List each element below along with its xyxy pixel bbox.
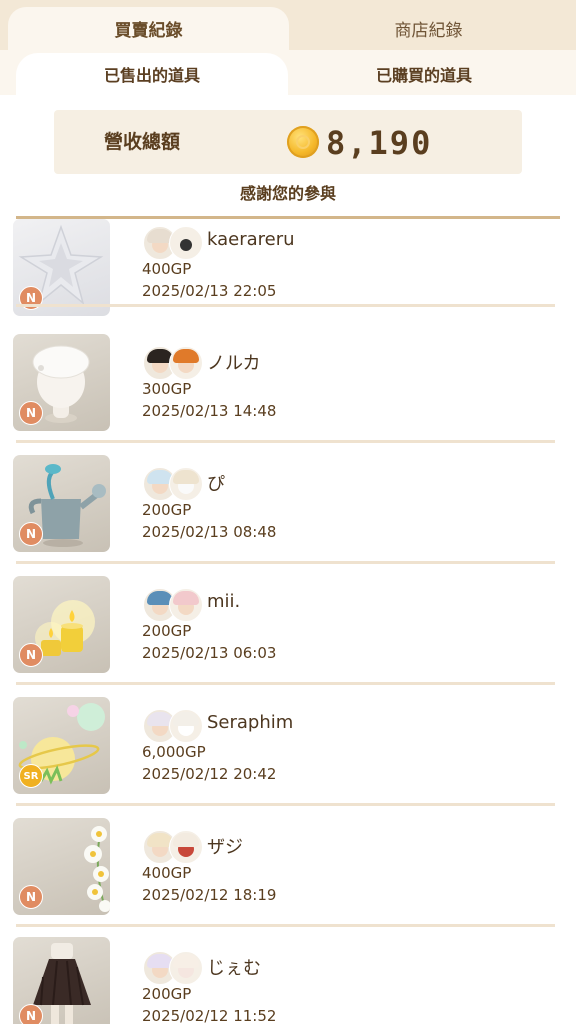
- tab-trade-history[interactable]: 買賣紀錄: [8, 7, 289, 50]
- revenue-label: 營收總額: [104, 131, 181, 153]
- user-avatars: [143, 709, 207, 743]
- sales-list[interactable]: N kaerareru 400GP 2025/02/13 22:05 N ノルカ: [0, 219, 576, 1024]
- list-item[interactable]: N じぇむ 200GP 2025/02/12 11:52: [0, 927, 576, 1024]
- sale-date: 2025/02/13 08:48: [142, 523, 277, 541]
- watering-can-icon: N: [13, 455, 110, 552]
- top-tab-bar: 買賣紀錄 商店紀錄: [0, 0, 576, 50]
- white-beret-icon: N: [13, 334, 110, 431]
- avatar: [169, 951, 203, 985]
- seller-name[interactable]: ザジ: [207, 833, 243, 859]
- rarity-badge: N: [19, 1004, 43, 1024]
- black-skirt-icon: N: [13, 937, 110, 1024]
- user-avatars: [143, 951, 207, 985]
- sale-price: 400GP: [142, 864, 192, 882]
- rarity-badge: SR: [19, 764, 43, 788]
- sale-date: 2025/02/13 22:05: [142, 282, 277, 300]
- user-avatars: [143, 346, 207, 380]
- list-item[interactable]: N mii. 200GP 2025/02/13 06:03: [0, 564, 576, 685]
- tab-shop-history[interactable]: 商店紀錄: [288, 7, 569, 50]
- sale-price: 6,000GP: [142, 743, 206, 761]
- sale-date: 2025/02/12 20:42: [142, 765, 277, 783]
- rarity-badge: N: [19, 885, 43, 909]
- list-item[interactable]: N ザジ 400GP 2025/02/12 18:19: [0, 806, 576, 927]
- seller-name[interactable]: ぴ: [207, 470, 225, 496]
- tab-purchased-items[interactable]: 已購買的道具: [288, 53, 560, 95]
- revenue-value: 8,190: [326, 124, 433, 162]
- sub-tab-bar: 已售出的道具 已購買的道具: [0, 50, 576, 95]
- list-item[interactable]: SR Seraphim 6,000GP 2025/02/12 20:42: [0, 685, 576, 806]
- white-star-rug-icon: N: [13, 219, 110, 316]
- sale-date: 2025/02/12 18:19: [142, 886, 277, 904]
- avatar: [169, 830, 203, 864]
- revenue-summary: 營收總額 8,190: [54, 110, 522, 174]
- gold-coin-icon: [287, 126, 319, 158]
- rarity-badge: N: [19, 522, 43, 546]
- planet-moon-icon: SR: [13, 697, 110, 794]
- avatar: [169, 226, 203, 260]
- list-item[interactable]: N ぴ 200GP 2025/02/13 08:48: [0, 443, 576, 564]
- sale-date: 2025/02/12 11:52: [142, 1007, 277, 1024]
- user-avatars: [143, 588, 207, 622]
- user-avatars: [143, 830, 207, 864]
- seller-name[interactable]: Seraphim: [207, 712, 293, 733]
- candles-icon: N: [13, 576, 110, 673]
- seller-name[interactable]: じぇむ: [207, 954, 261, 980]
- list-item[interactable]: N ノルカ 300GP 2025/02/13 14:48: [0, 322, 576, 443]
- avatar: [169, 588, 203, 622]
- seller-name[interactable]: mii.: [207, 591, 240, 612]
- row-divider: [16, 304, 555, 307]
- seller-name[interactable]: kaerareru: [207, 229, 295, 250]
- avatar: [169, 346, 203, 380]
- list-item[interactable]: N kaerareru 400GP 2025/02/13 22:05: [0, 219, 576, 325]
- sale-date: 2025/02/13 06:03: [142, 644, 277, 662]
- sale-price: 200GP: [142, 622, 192, 640]
- rarity-badge: N: [19, 401, 43, 425]
- sale-date: 2025/02/13 14:48: [142, 402, 277, 420]
- rarity-badge: N: [19, 643, 43, 667]
- seller-name[interactable]: ノルカ: [207, 349, 260, 375]
- user-avatars: [143, 467, 207, 501]
- user-avatars: [143, 226, 207, 260]
- avatar: [169, 709, 203, 743]
- daisy-flowers-icon: N: [13, 818, 110, 915]
- sale-price: 400GP: [142, 260, 192, 278]
- sale-price: 200GP: [142, 501, 192, 519]
- thanks-message: 感謝您的參與: [239, 184, 336, 203]
- tab-sold-items[interactable]: 已售出的道具: [16, 53, 288, 95]
- sale-price: 300GP: [142, 380, 192, 398]
- avatar: [169, 467, 203, 501]
- sale-price: 200GP: [142, 985, 192, 1003]
